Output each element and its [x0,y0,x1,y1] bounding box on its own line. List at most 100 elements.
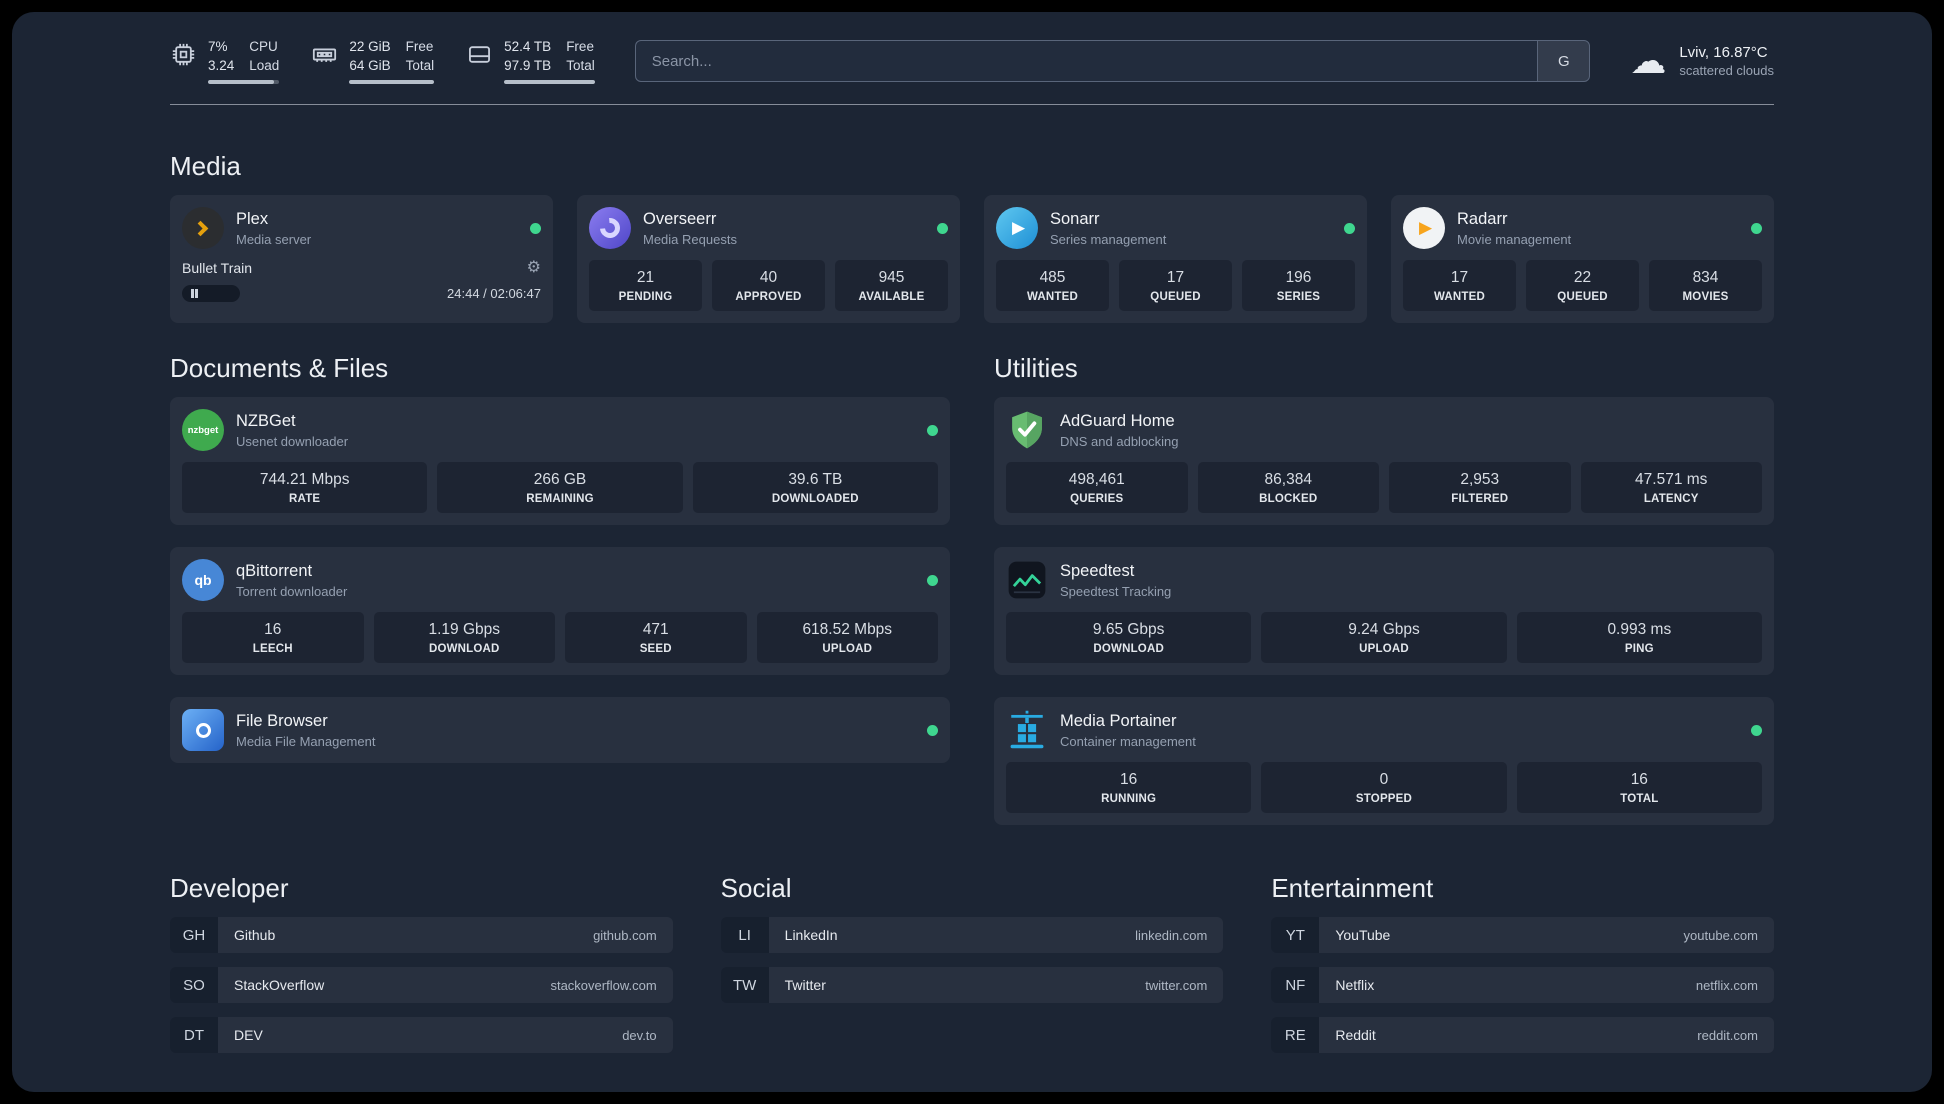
speedtest-icon [1006,559,1048,601]
disk-free: 52.4 TB [504,38,552,54]
stat-value: 196 [1285,269,1312,286]
service-card-overseerr[interactable]: Overseerr Media Requests 21 PENDING 40 A… [577,195,960,323]
bookmark-abbr: SO [170,967,218,1003]
service-card-speedtest[interactable]: Speedtest Speedtest Tracking 9.65 Gbps D… [994,547,1774,675]
service-card-plex[interactable]: Plex Media server Bullet Train ⚙ 24:44 /… [170,195,553,323]
bookmark-domain: netflix.com [1695,977,1758,993]
bookmark-linkedin[interactable]: LI LinkedIn linkedin.com [720,917,1224,953]
playback-progress[interactable] [182,285,240,302]
stat-label: LATENCY [1643,493,1699,505]
stat-label: SERIES [1276,291,1321,303]
media-grid: Plex Media server Bullet Train ⚙ 24:44 /… [170,195,1774,323]
cpu-load: 3.24 [208,57,235,73]
bookmark-name: Reddit [1335,1027,1376,1043]
bookmark-stackoverflow[interactable]: SO StackOverflow stackoverflow.com [170,967,673,1003]
pause-icon[interactable] [191,289,198,298]
service-subtitle: Media server [236,231,312,247]
plex-now-playing-widget: Bullet Train ⚙ 24:44 / 02:06:47 [182,260,541,302]
service-card-qbittorrent[interactable]: qb qBittorrent Torrent downloader 16 LEE… [170,547,950,675]
qbittorrent-icon: qb [182,559,224,601]
search-input[interactable] [635,41,1538,81]
service-card-nzbget[interactable]: nzbget NZBGet Usenet downloader 744.21 M… [170,397,950,525]
bookmark-youtube[interactable]: YT YouTube youtube.com [1271,917,1774,953]
stat-value: 498,461 [1068,471,1125,488]
gear-icon[interactable]: ⚙ [527,260,541,276]
social-section: Social LI LinkedIn linkedin.com TW Twitt… [720,873,1224,1053]
bookmark-name: StackOverflow [234,977,325,993]
stat-value: 16 [264,621,282,638]
service-card-radarr[interactable]: ▶ Radarr Movie management 17 WANTED 22 Q… [1391,195,1774,323]
service-name: Sonarr [1050,209,1100,228]
weather-condition: scattered clouds [1679,63,1774,78]
service-card-adguard[interactable]: AdGuard Home DNS and adblocking 498,461 … [994,397,1774,525]
memory-readout: 22 GiB 64 GiB Free Total [349,38,435,85]
bookmark-name: LinkedIn [784,927,838,943]
stat-label: DOWNLOADED [771,493,859,505]
bookmark-abbr: DT [170,1017,218,1053]
search-engine-button[interactable]: G [1537,41,1590,81]
cpu-label: CPU [249,38,278,54]
bookmark-name: DEV [234,1027,263,1043]
bookmark-domain: dev.to [622,1027,657,1043]
weather-widget: ☁ Lviv, 16.87°C scattered clouds [1630,43,1774,79]
disk-free-label: Free [566,38,594,54]
stat-label: SEED [639,643,672,655]
memory-total: 64 GiB [349,57,391,73]
stat-rate: 744.21 Mbps RATE [182,462,428,513]
documents-section: Documents & Files nzbget NZBGet Usenet d… [170,353,950,825]
stat-leech: 16 LEECH [182,612,364,663]
service-name: Plex [236,209,269,228]
stat-remaining: 266 GB REMAINING [437,462,683,513]
section-title-utilities: Utilities [994,353,1078,383]
stat-value: 47.571 ms [1635,471,1708,488]
stat-wanted: 485 WANTED [996,260,1109,311]
cpu-readout: 7% 3.24 CPU Load [208,38,280,85]
service-name: File Browser [236,711,328,730]
status-dot [927,574,938,586]
stat-download: 9.65 Gbps DOWNLOAD [1006,612,1252,663]
service-card-portainer[interactable]: Media Portainer Container management 16 … [994,697,1774,825]
utilities-section: Utilities AdGuard Home DNS and adblockin… [994,353,1774,825]
memory-icon [313,48,337,62]
topbar-divider [170,104,1774,105]
plex-icon [182,207,224,249]
stat-label: QUEUED [1557,291,1608,303]
stat-value: 39.6 TB [788,471,843,488]
service-subtitle: Series management [1050,231,1167,247]
service-subtitle: DNS and adblocking [1060,433,1179,449]
bookmark-domain: youtube.com [1683,927,1758,943]
bookmark-twitter[interactable]: TW Twitter twitter.com [720,967,1224,1003]
stat-label: MOVIES [1682,291,1729,303]
stat-movies: 834 MOVIES [1649,260,1762,311]
stat-value: 945 [878,269,905,286]
stat-blocked: 86,384 BLOCKED [1197,462,1379,513]
weather-location: Lviv, 16.87°C [1679,44,1768,61]
service-subtitle: Media File Management [236,733,376,749]
status-dot [1751,724,1762,736]
service-card-sonarr[interactable]: ▶ Sonarr Series management 485 WANTED 17… [984,195,1367,323]
stat-label: STOPPED [1355,793,1413,805]
bookmark-reddit[interactable]: RE Reddit reddit.com [1271,1017,1774,1053]
bookmark-abbr: RE [1271,1017,1320,1053]
stat-value: 17 [1450,269,1469,286]
status-dot [1751,222,1762,234]
section-title-entertainment: Entertainment [1271,873,1434,903]
bookmark-name: Github [234,927,276,943]
bookmark-netflix[interactable]: NF Netflix netflix.com [1271,967,1774,1003]
stat-upload: 618.52 Mbps UPLOAD [756,612,938,663]
service-name: Speedtest [1060,561,1135,580]
portainer-icon [1006,709,1048,751]
bookmark-dev[interactable]: DT DEV dev.to [170,1017,673,1053]
developer-section: Developer GH Github github.com SO StackO… [170,873,673,1053]
disk-readout: 52.4 TB 97.9 TB Free Total [504,38,595,85]
bookmark-github[interactable]: GH Github github.com [170,917,673,953]
section-title-documents: Documents & Files [170,353,389,383]
disk-usage-bar [504,80,595,85]
stat-pending: 21 PENDING [589,260,702,311]
stat-label: RUNNING [1101,793,1157,805]
service-name: AdGuard Home [1060,411,1175,430]
memory-widget: 22 GiB 64 GiB Free Total [311,38,435,85]
service-card-filebrowser[interactable]: File Browser Media File Management [170,697,950,763]
bookmark-domain: twitter.com [1145,977,1208,993]
stat-value: 86,384 [1264,471,1312,488]
